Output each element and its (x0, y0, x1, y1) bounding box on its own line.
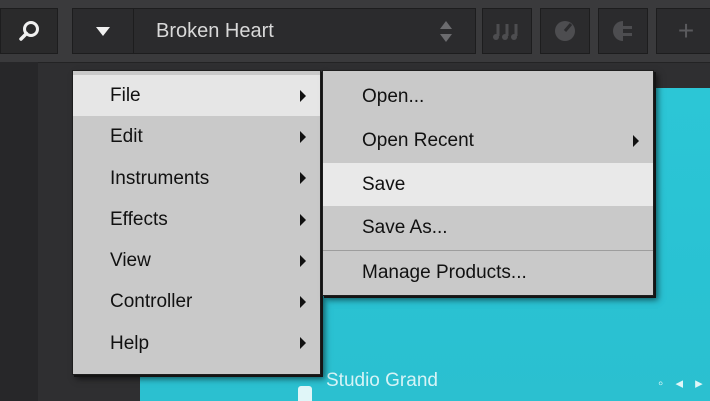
search-icon (19, 21, 39, 41)
menu-item-label: Open Recent (362, 129, 474, 151)
menu-item-help[interactable]: Help (73, 323, 320, 364)
add-button[interactable]: + (656, 8, 710, 54)
menu-item-file[interactable]: File (73, 75, 320, 117)
menu-item-label: Controller (110, 291, 193, 313)
plugin-button[interactable] (598, 8, 648, 54)
menu-item-label: Help (110, 332, 150, 354)
menu-item-manage-products[interactable]: Manage Products... (323, 251, 653, 295)
submenu-arrow-icon (300, 337, 306, 350)
menu-item-label: Save (362, 173, 406, 195)
menu-button[interactable] (72, 8, 134, 54)
navigation-arrows-icon[interactable]: ◦ ◂ ▸ (658, 374, 707, 392)
main-menu: File Edit Instruments Effects View Contr… (72, 70, 321, 375)
submenu-arrow-icon (633, 134, 639, 147)
gauge-icon (555, 21, 575, 41)
left-sidebar (0, 62, 38, 401)
menu-item-effects[interactable]: Effects (73, 199, 320, 240)
menu-item-label: View (110, 250, 151, 272)
submenu-arrow-icon (300, 213, 306, 226)
menu-item-save[interactable]: Save (323, 162, 653, 207)
music-notes-icon (493, 24, 518, 40)
menu-item-label: Save As... (362, 217, 448, 239)
submenu-arrow-icon (300, 296, 306, 309)
instrument-label: Studio Grand (326, 370, 438, 391)
menu-item-label: File (110, 85, 141, 106)
add-icon: + (677, 15, 695, 46)
gauge-button[interactable] (540, 8, 590, 54)
file-submenu: Open... Open Recent Save Save As... Mana… (322, 70, 654, 296)
menu-item-controller[interactable]: Controller (73, 281, 320, 322)
search-button[interactable] (0, 8, 58, 54)
menu-item-edit[interactable]: Edit (73, 116, 320, 157)
submenu-arrow-icon (300, 172, 306, 185)
submenu-arrow-icon (300, 89, 306, 102)
chevron-down-icon (96, 27, 110, 36)
notes-button[interactable] (482, 8, 532, 54)
submenu-arrow-icon (300, 254, 306, 267)
menu-item-label: Effects (110, 208, 168, 230)
menu-item-save-as[interactable]: Save As... (323, 206, 653, 250)
preset-name-field[interactable]: Broken Heart (134, 8, 476, 54)
submenu-arrow-icon (300, 130, 306, 143)
menu-item-instruments[interactable]: Instruments (73, 158, 320, 199)
menu-item-open-recent[interactable]: Open Recent (323, 119, 653, 163)
menu-item-view[interactable]: View (73, 240, 320, 281)
menu-item-label: Open... (362, 86, 425, 107)
instrument-icon (298, 386, 312, 401)
menu-item-label: Edit (110, 126, 143, 148)
preset-title: Broken Heart (156, 19, 274, 42)
plug-icon (613, 21, 632, 41)
up-down-arrows-icon[interactable] (439, 19, 453, 45)
menu-item-open[interactable]: Open... (323, 75, 653, 119)
toolbar: Broken Heart + (0, 0, 710, 63)
menu-item-label: Manage Products... (362, 262, 527, 284)
menu-item-label: Instruments (110, 167, 210, 189)
